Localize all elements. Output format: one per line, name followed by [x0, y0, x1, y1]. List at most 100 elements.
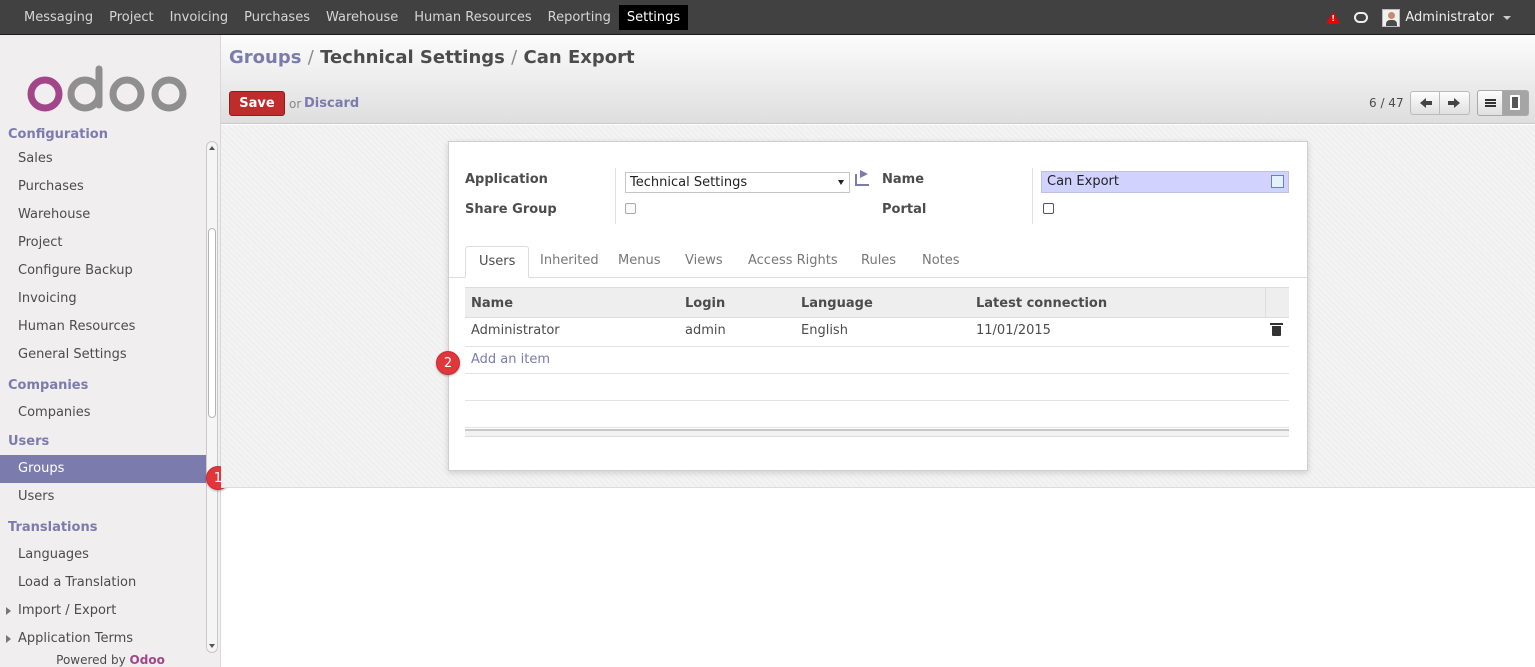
topbar-right: ! Administrator: [1326, 0, 1511, 35]
field-divider: [1032, 168, 1033, 224]
sidebar-item-languages[interactable]: Languages: [0, 541, 206, 569]
sidebar-item-project[interactable]: Project: [0, 229, 206, 257]
empty-row: [465, 374, 1289, 401]
pager-value[interactable]: 6 / 47: [1369, 96, 1404, 110]
caret-down-icon: [1503, 15, 1511, 20]
topmenu-reporting[interactable]: Reporting: [540, 5, 619, 30]
list-icon: [1485, 99, 1496, 107]
powered-by: Powered by Odoo: [0, 653, 220, 667]
column-login[interactable]: Login: [685, 296, 725, 311]
user-name: Administrator: [1405, 10, 1494, 25]
external-link-icon[interactable]: [855, 170, 869, 186]
section-configuration: Configuration: [8, 127, 108, 142]
sidebar-item-companies[interactable]: Companies: [0, 399, 206, 427]
application-select[interactable]: Technical Settings: [625, 172, 850, 193]
previous-record-button[interactable]: [1410, 91, 1440, 115]
breadcrumb-separator: /: [307, 47, 314, 68]
cell-language: English: [801, 323, 848, 338]
chat-icon[interactable]: [1354, 12, 1369, 23]
scrollbar-thumb[interactable]: [208, 228, 216, 418]
column-name[interactable]: Name: [471, 296, 513, 311]
form-view-button[interactable]: [1503, 90, 1529, 116]
discard-button[interactable]: Discard: [304, 96, 359, 111]
topmenu-purchases[interactable]: Purchases: [236, 5, 318, 30]
odoo-logo[interactable]: [24, 65, 194, 115]
user-menu[interactable]: Administrator: [1382, 8, 1511, 27]
sidebar-item-sales[interactable]: Sales: [0, 145, 206, 173]
scroll-up-icon[interactable]: [209, 146, 215, 150]
view-switcher: [1477, 90, 1529, 116]
cell-login: admin: [685, 323, 726, 338]
topmenu-settings[interactable]: Settings: [618, 5, 689, 30]
translate-icon[interactable]: [1271, 175, 1284, 188]
sidebar-item-purchases[interactable]: Purchases: [0, 173, 206, 201]
page-title: Can Export: [523, 47, 635, 68]
top-menu: Messaging Project Invoicing Purchases Wa…: [16, 0, 689, 35]
trash-icon[interactable]: [1270, 323, 1283, 336]
sidebar: Configuration Sales Purchases Warehouse …: [0, 35, 221, 667]
tab-users[interactable]: Users: [465, 246, 530, 278]
share-group-checkbox[interactable]: [625, 203, 636, 214]
table-row[interactable]: Administrator admin English 11/01/2015: [465, 318, 1289, 347]
sidebar-menu: Configuration Sales Purchases Warehouse …: [0, 127, 206, 653]
sidebar-scrollbar[interactable]: [206, 141, 218, 653]
name-field[interactable]: Can Export: [1041, 171, 1289, 193]
topmenu-human-resources[interactable]: Human Resources: [406, 5, 539, 30]
tab-access-rights[interactable]: Access Rights: [735, 246, 851, 278]
next-record-button[interactable]: [1440, 91, 1470, 115]
breadcrumb-technical-settings[interactable]: Technical Settings: [320, 47, 505, 68]
table-footer: [465, 429, 1289, 437]
scroll-down-icon[interactable]: [209, 644, 215, 648]
avatar: [1382, 8, 1401, 27]
cell-name: Administrator: [471, 323, 560, 338]
pager-buttons: [1410, 91, 1470, 115]
form-icon: [1510, 95, 1520, 110]
sidebar-item-invoicing[interactable]: Invoicing: [0, 285, 206, 313]
top-navbar: Messaging Project Invoicing Purchases Wa…: [0, 0, 1535, 35]
share-group-label: Share Group: [465, 202, 557, 217]
tab-rules[interactable]: Rules: [848, 246, 909, 278]
tab-menus[interactable]: Menus: [605, 246, 673, 278]
breadcrumb-groups-link[interactable]: Groups: [229, 47, 301, 68]
dropdown-arrow-icon: [838, 180, 844, 185]
header-divider: [1265, 288, 1266, 317]
tab-notes[interactable]: Notes: [909, 246, 973, 278]
breadcrumb: Groups / Technical Settings / Can Export: [229, 47, 635, 68]
portal-checkbox[interactable]: [1043, 203, 1054, 214]
sidebar-item-users[interactable]: Users: [0, 483, 206, 511]
list-view-button[interactable]: [1477, 90, 1503, 116]
section-translations: Translations: [8, 520, 98, 535]
topmenu-invoicing[interactable]: Invoicing: [162, 5, 237, 30]
save-button[interactable]: Save: [229, 91, 285, 116]
breadcrumb-separator: /: [511, 47, 518, 68]
sidebar-item-load-translation[interactable]: Load a Translation: [0, 569, 206, 597]
column-latest-connection[interactable]: Latest connection: [976, 296, 1107, 311]
column-language[interactable]: Language: [801, 296, 873, 311]
name-label: Name: [882, 172, 925, 187]
sidebar-item-general-settings[interactable]: General Settings: [0, 341, 206, 369]
sidebar-item-configure-backup[interactable]: Configure Backup: [0, 257, 206, 285]
form-sheet: Application Share Group Technical Settin…: [448, 141, 1308, 471]
sidebar-item-human-resources[interactable]: Human Resources: [0, 313, 206, 341]
table-header: Name Login Language Latest connection: [465, 287, 1289, 318]
sidebar-item-warehouse[interactable]: Warehouse: [0, 201, 206, 229]
topmenu-messaging[interactable]: Messaging: [16, 5, 101, 30]
tab-inherited[interactable]: Inherited: [527, 246, 612, 278]
users-table: Name Login Language Latest connection Ad…: [465, 287, 1289, 437]
sidebar-item-groups[interactable]: Groups: [0, 455, 206, 483]
add-item-row: Add an item: [465, 347, 1289, 374]
warning-icon[interactable]: !: [1326, 11, 1341, 24]
portal-label: Portal: [882, 202, 927, 217]
add-item-link[interactable]: Add an item: [471, 352, 550, 367]
topmenu-project[interactable]: Project: [101, 5, 161, 30]
tab-views[interactable]: Views: [672, 246, 736, 278]
topmenu-warehouse[interactable]: Warehouse: [318, 5, 406, 30]
cell-latest-connection: 11/01/2015: [976, 323, 1051, 338]
powered-prefix: Powered by: [56, 653, 126, 667]
sidebar-item-application-terms[interactable]: Application Terms: [0, 625, 206, 653]
name-value: Can Export: [1047, 174, 1119, 189]
powered-brand-link[interactable]: Odoo: [130, 653, 165, 667]
application-label: Application: [465, 172, 548, 187]
sidebar-item-import-export[interactable]: Import / Export: [0, 597, 206, 625]
field-divider: [615, 168, 616, 224]
